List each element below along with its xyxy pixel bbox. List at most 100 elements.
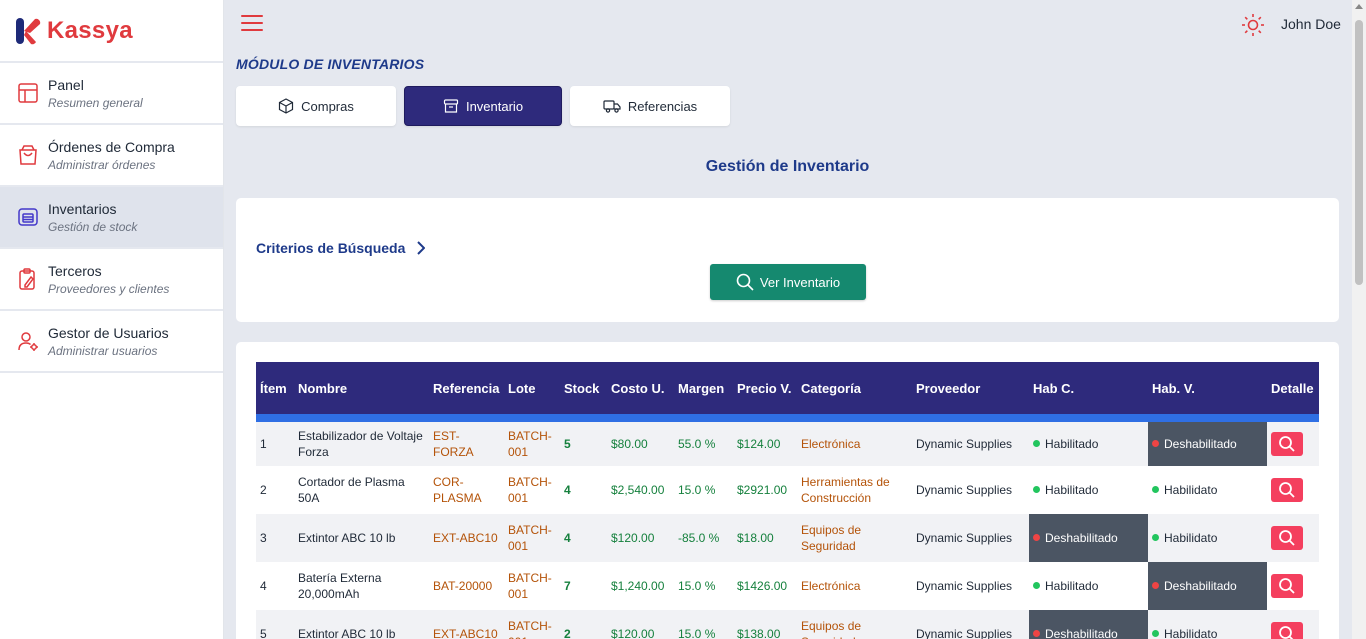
detail-button[interactable] — [1271, 526, 1303, 550]
status-dot-icon — [1033, 534, 1040, 542]
column-header: Detalle — [1267, 362, 1319, 422]
sidebar-item-ordenes[interactable]: Órdenes de Compra Administrar órdenes — [0, 125, 223, 187]
tab-referencias[interactable]: Referencias — [570, 86, 730, 126]
table-cell-hab-compra: Deshabilitado — [1029, 514, 1148, 562]
search-icon — [736, 273, 754, 291]
search-criteria-toggle[interactable]: Criterios de Búsqueda — [256, 240, 426, 256]
detail-button[interactable] — [1271, 622, 1303, 639]
sidebar-item-panel[interactable]: Panel Resumen general — [0, 63, 223, 125]
table-cell-categoria: Equipos de Seguridad — [797, 610, 912, 639]
search-card: Criterios de Búsqueda Ver Inventario — [236, 198, 1339, 322]
table-cell-proveedor: Dynamic Supplies — [912, 562, 1029, 610]
status-dot-icon — [1033, 486, 1040, 494]
brand-name: Kassya — [47, 16, 133, 44]
table-cell-lote: BATCH-001 — [504, 562, 560, 610]
clipboard-edit-icon — [19, 268, 35, 290]
detail-button[interactable] — [1271, 432, 1303, 456]
table-cell-categoria: Electrónica — [797, 562, 912, 610]
column-header: Hab C. — [1029, 362, 1148, 422]
table-cell-nombre: Extintor ABC 10 lb — [294, 610, 429, 639]
sidebar-item-terceros[interactable]: Terceros Proveedores y clientes — [0, 249, 223, 311]
tab-inventario[interactable]: Inventario — [404, 86, 562, 126]
table-row[interactable]: 5Extintor ABC 10 lbEXT-ABC10BATCH-0012$1… — [256, 610, 1319, 639]
table-cell-item: 5 — [256, 610, 294, 639]
status-dot-icon — [1152, 486, 1159, 494]
table-header-row: Ítem Nombre Referencia Lote Stock Costo U. Mar… — [256, 362, 1319, 422]
tab-compras[interactable]: Compras — [236, 86, 396, 126]
column-header: Categoría — [797, 362, 912, 422]
sidebar-item-inventarios[interactable]: Inventarios Gestión de stock — [0, 187, 223, 249]
user-name[interactable]: John Doe — [1281, 16, 1341, 32]
table-cell-costo: $120.00 — [607, 514, 674, 562]
detail-button[interactable] — [1271, 574, 1303, 598]
status-text: Habilitado — [1045, 483, 1099, 497]
table-cell-hab-venta: Deshabilitado — [1148, 562, 1267, 610]
user-gear-icon — [18, 332, 38, 351]
brand[interactable]: Kassya — [0, 0, 223, 63]
table-cell-detalle — [1267, 418, 1319, 466]
sun-icon[interactable] — [1241, 13, 1265, 37]
table-cell-categoria: Equipos de Seguridad — [797, 514, 912, 562]
scrollbar[interactable] — [1352, 0, 1366, 639]
sidebar-item-sub: Resumen general — [48, 95, 143, 110]
ver-inventario-button[interactable]: Ver Inventario — [710, 264, 866, 300]
sidebar-item-label: Órdenes de Compra — [48, 138, 175, 155]
table-cell-lote: BATCH-001 — [504, 610, 560, 639]
column-header: Referencia — [429, 362, 504, 422]
table-cell-hab-venta: Deshabilitado — [1148, 418, 1267, 466]
table-row[interactable]: 1 Estabilizador de Voltaje Forza EST-FORZA… — [256, 418, 1319, 466]
tab-label: Compras — [301, 98, 354, 114]
table-cell-nombre: Cortador de Plasma 50A — [294, 466, 429, 514]
status-text: Habilitado — [1045, 579, 1099, 593]
table-cell-categoria: Herramientas de Construcción — [797, 466, 912, 514]
table-cell-detalle — [1267, 562, 1319, 610]
sidebar-item-label: Terceros — [48, 262, 102, 279]
status-dot-icon — [1033, 440, 1040, 448]
table-cell-detalle — [1267, 610, 1319, 639]
table-cell-precio: $124.00 — [733, 418, 797, 466]
table-cell-proveedor: Dynamic Supplies — [912, 514, 1029, 562]
status-text: Habilidato — [1164, 483, 1218, 497]
tab-label: Referencias — [627, 98, 698, 114]
table-cell-item: 4 — [256, 562, 294, 610]
table-cell-stock: 2 — [560, 610, 607, 639]
sidebar-item-label: Gestor de Usuarios — [48, 324, 169, 341]
table-cell-costo: $80.00 — [607, 418, 674, 466]
table-row[interactable]: 3 Extintor ABC 10 lb EXT-ABC10 BATCH-001 4 $1… — [256, 514, 1319, 562]
status-text: Deshabilitado — [1164, 437, 1237, 451]
hamburger-icon[interactable] — [241, 15, 263, 33]
table-cell-hab-venta: Habilidato — [1148, 514, 1267, 562]
scroll-up-arrow[interactable] — [1355, 4, 1363, 9]
sidebar-item-usuarios[interactable]: Gestor de Usuarios Administrar usuarios — [0, 311, 223, 373]
table-cell-costo: $1,240.00 — [607, 562, 674, 610]
table-cell-hab-compra: Habilitado — [1029, 562, 1148, 610]
table-cell-costo: $120.00 — [607, 610, 674, 639]
table-cell-detalle — [1267, 466, 1319, 514]
table-cell-lote: BATCH-001 — [504, 418, 560, 466]
sidebar-item-sub: Administrar órdenes — [48, 157, 156, 172]
table-body: 1 Estabilizador de Voltaje Forza EST-FORZA… — [256, 418, 1319, 639]
table-cell-nombre: Batería Externa 20,000mAh — [294, 562, 429, 610]
search-icon — [1279, 482, 1295, 498]
column-header: Nombre — [294, 362, 429, 422]
sidebar-item-sub: Administrar usuarios — [48, 343, 158, 358]
table-cell-costo: $2,540.00 — [607, 466, 674, 514]
truck-icon — [603, 100, 621, 113]
ver-inventario-label: Ver Inventario — [759, 274, 841, 290]
sidebar: Kassya Panel Resumen general Órdenes de … — [0, 0, 224, 639]
table-cell-detalle — [1267, 514, 1319, 562]
sidebar-item-sub: Gestión de stock — [48, 219, 138, 234]
table-cell-referencia: EST-FORZA — [429, 418, 504, 466]
table-cell-hab-compra: Habilitado — [1029, 466, 1148, 514]
detail-button[interactable] — [1271, 478, 1303, 502]
table-cell-categoria: Electrónica — [797, 418, 912, 466]
table-row[interactable]: 4 Batería Externa 20,000mAh BAT-20000 BATCH… — [256, 562, 1319, 610]
inventory-table: Ítem Nombre Referencia Lote Stock Costo U. Mar… — [256, 362, 1319, 639]
table-row[interactable]: 2 Cortador de Plasma 50A COR-PLASMA BATCH-0… — [256, 466, 1319, 514]
scroll-thumb[interactable] — [1355, 20, 1363, 285]
inventory-table-card: Ítem Nombre Referencia Lote Stock Costo U. Mar… — [236, 342, 1339, 639]
table-cell-precio: $1426.00 — [733, 562, 797, 610]
search-icon — [1279, 530, 1295, 546]
table-cell-margen: 55.0 % — [674, 418, 733, 466]
table-cell-lote: BATCH-001 — [504, 466, 560, 514]
